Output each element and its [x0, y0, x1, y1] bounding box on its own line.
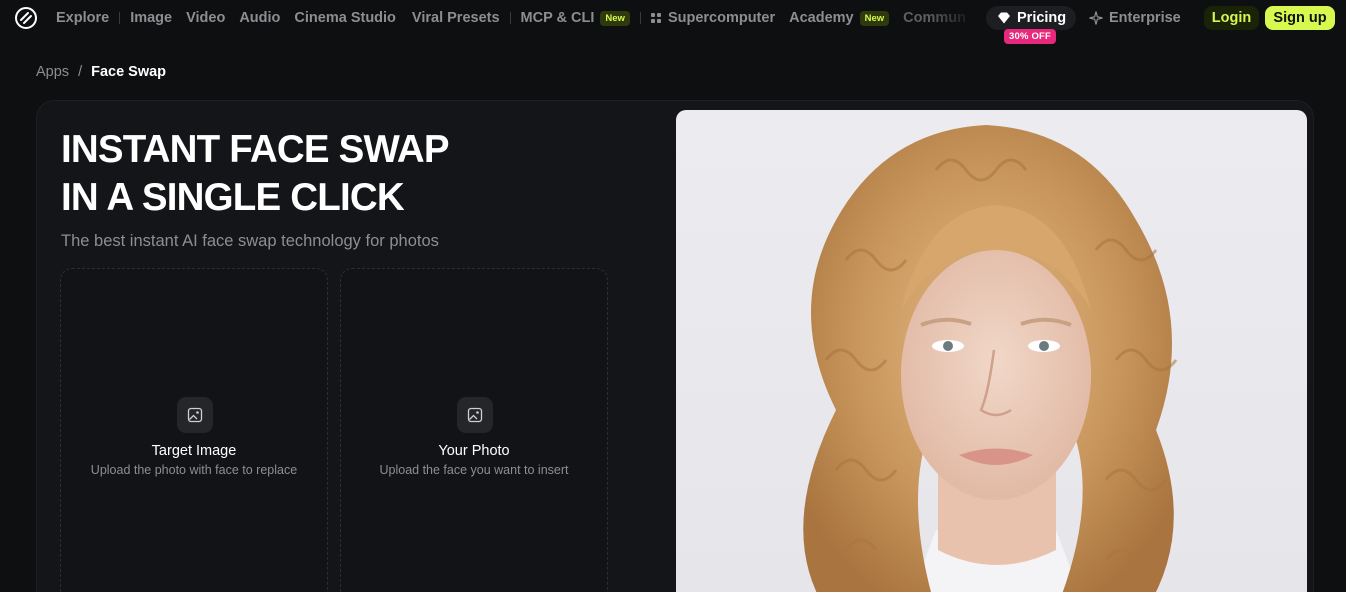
nav-divider [119, 12, 121, 24]
nav-item-mcp-cli[interactable]: MCP & CLI New [521, 10, 630, 26]
new-badge: New [859, 10, 890, 26]
nav-item-label: Academy [789, 10, 854, 26]
login-button[interactable]: Login [1204, 6, 1259, 30]
breadcrumb: Apps / Face Swap [36, 64, 166, 80]
breadcrumb-apps[interactable]: Apps [36, 64, 69, 80]
nav-menu: Explore Image Video Audio Cinema Studio … [56, 0, 966, 36]
dropzone-description: Upload the face you want to insert [379, 463, 569, 477]
diamond-icon [998, 12, 1010, 24]
new-badge: New [600, 10, 630, 26]
nav-item-supercomputer[interactable]: Supercomputer [650, 10, 776, 26]
example-portrait-image [676, 110, 1307, 592]
nav-item-viral-presets[interactable]: Viral Presets [412, 10, 500, 26]
target-image-dropzone[interactable]: Target Image Upload the photo with face … [60, 268, 328, 592]
dropzone-description: Upload the photo with face to replace [90, 463, 298, 477]
enterprise-label: Enterprise [1109, 10, 1181, 26]
sparkle-icon [1089, 11, 1103, 25]
breadcrumb-separator: / [78, 64, 83, 80]
nav-divider [639, 12, 641, 24]
logo-icon[interactable] [15, 7, 37, 29]
top-nav: Explore Image Video Audio Cinema Studio … [0, 0, 1346, 44]
nav-item-image[interactable]: Image [130, 10, 172, 26]
pricing-button[interactable]: Pricing [986, 6, 1076, 30]
enterprise-link[interactable]: Enterprise [1089, 0, 1181, 36]
page-title: INSTANT FACE SWAP IN A SINGLE CLICK [61, 126, 450, 222]
page-subtitle: The best instant AI face swap technology… [61, 232, 439, 250]
image-upload-icon [457, 397, 493, 433]
title-line-2: IN A SINGLE CLICK [61, 176, 405, 219]
nav-item-label: Supercomputer [667, 10, 776, 26]
nav-item-academy[interactable]: Academy New [789, 10, 890, 26]
nav-item-label: MCP & CLI [520, 10, 595, 26]
discount-badge: 30% OFF [1004, 29, 1057, 44]
portrait-illustration [803, 125, 1178, 592]
nav-item-video[interactable]: Video [186, 10, 225, 26]
signup-button[interactable]: Sign up [1265, 6, 1335, 30]
dropzone-title: Target Image [151, 443, 237, 459]
nav-fade-overlay [930, 0, 980, 36]
dropzone-title: Your Photo [438, 443, 510, 459]
nav-item-explore[interactable]: Explore [56, 10, 109, 26]
breadcrumb-current: Face Swap [91, 64, 167, 80]
title-line-1: INSTANT FACE SWAP [61, 128, 450, 171]
nav-item-cinema-studio[interactable]: Cinema Studio [294, 10, 396, 26]
image-upload-icon [177, 397, 213, 433]
grid-icon [650, 13, 661, 23]
pricing-label: Pricing [1017, 10, 1067, 26]
nav-item-audio[interactable]: Audio [239, 10, 280, 26]
your-photo-dropzone[interactable]: Your Photo Upload the face you want to i… [340, 268, 608, 592]
nav-divider [509, 12, 511, 24]
